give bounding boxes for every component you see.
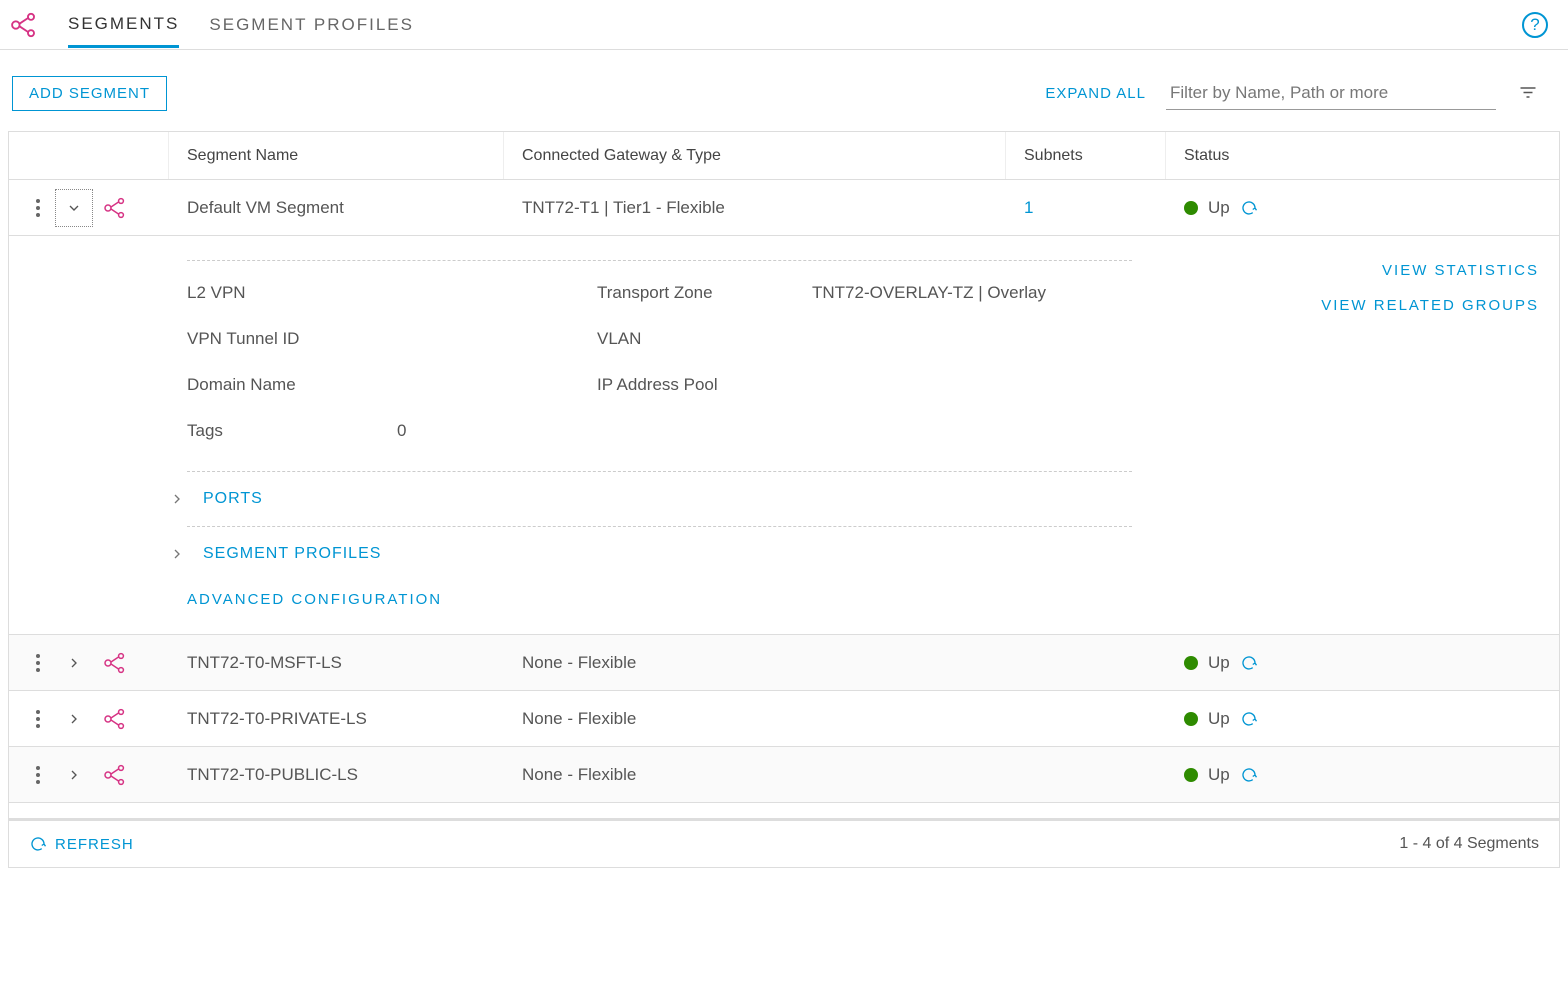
segment-gateway: TNT72-T1 | Tier1 - Flexible (504, 180, 1006, 235)
refresh-button[interactable]: REFRESH (29, 835, 134, 853)
row-menu-icon[interactable] (31, 199, 45, 217)
expand-icon[interactable] (55, 756, 93, 794)
collapse-icon[interactable] (55, 189, 93, 227)
status-text: Up (1208, 653, 1230, 673)
refresh-status-icon[interactable] (1240, 766, 1258, 784)
status-up-icon (1184, 768, 1198, 782)
segment-detail: L2 VPN Transport Zone TNT72-OVERLAY-TZ |… (9, 236, 1559, 635)
status-up-icon (1184, 712, 1198, 726)
filter-input[interactable] (1166, 77, 1496, 110)
segments-logo-icon (10, 11, 38, 39)
segment-icon (103, 707, 127, 731)
table-row: TNT72-T0-PUBLIC-LS None - Flexible Up (9, 747, 1559, 803)
segment-gateway: None - Flexible (504, 635, 1006, 690)
refresh-status-icon[interactable] (1240, 710, 1258, 728)
segment-gateway: None - Flexible (504, 691, 1006, 746)
col-subnets[interactable]: Subnets (1006, 132, 1166, 179)
expand-icon[interactable] (55, 700, 93, 738)
tags-label: Tags (187, 421, 397, 441)
status-text: Up (1208, 709, 1230, 729)
tab-bar: SEGMENTS SEGMENT PROFILES ? (0, 0, 1568, 50)
segment-subnets (1006, 691, 1166, 746)
segment-subnets (1006, 635, 1166, 690)
view-related-groups-link[interactable]: VIEW RELATED GROUPS (1152, 297, 1539, 314)
table-row: Default VM Segment TNT72-T1 | Tier1 - Fl… (9, 180, 1559, 236)
pagination-text: 1 - 4 of 4 Segments (1399, 835, 1539, 853)
ip-pool-label: IP Address Pool (597, 375, 812, 395)
filter-icon[interactable] (1516, 85, 1538, 103)
l2vpn-label: L2 VPN (187, 283, 397, 303)
status-text: Up (1208, 765, 1230, 785)
segment-gateway: None - Flexible (504, 747, 1006, 802)
vlan-label: VLAN (597, 329, 812, 349)
segment-name: TNT72-T0-MSFT-LS (169, 635, 504, 690)
expand-icon[interactable] (55, 644, 93, 682)
domain-name-label: Domain Name (187, 375, 397, 395)
transport-zone-value: TNT72-OVERLAY-TZ | Overlay (812, 283, 1132, 303)
transport-zone-label: Transport Zone (597, 283, 812, 303)
refresh-status-icon[interactable] (1240, 654, 1258, 672)
toolbar: ADD SEGMENT EXPAND ALL (0, 50, 1568, 131)
col-status[interactable]: Status (1166, 132, 1559, 179)
ports-section[interactable]: PORTS (203, 490, 263, 508)
expand-ports-icon[interactable] (169, 491, 189, 507)
segments-table: Segment Name Connected Gateway & Type Su… (8, 131, 1560, 820)
subnets-link[interactable]: 1 (1024, 198, 1033, 218)
row-menu-icon[interactable] (31, 710, 45, 728)
table-row: TNT72-T0-MSFT-LS None - Flexible Up (9, 635, 1559, 691)
expand-segment-profiles-icon[interactable] (169, 546, 189, 562)
row-menu-icon[interactable] (31, 766, 45, 784)
segment-name: Default VM Segment (169, 180, 504, 235)
col-gateway[interactable]: Connected Gateway & Type (504, 132, 1006, 179)
status-up-icon (1184, 201, 1198, 215)
row-menu-icon[interactable] (31, 654, 45, 672)
status-text: Up (1208, 198, 1230, 218)
segment-name: TNT72-T0-PRIVATE-LS (169, 691, 504, 746)
refresh-status-icon[interactable] (1240, 199, 1258, 217)
view-statistics-link[interactable]: VIEW STATISTICS (1152, 262, 1539, 279)
tags-value: 0 (397, 421, 597, 441)
segment-icon (103, 196, 127, 220)
refresh-label: REFRESH (55, 836, 134, 853)
advanced-config-link[interactable]: ADVANCED CONFIGURATION (187, 591, 442, 608)
help-icon[interactable]: ? (1522, 12, 1548, 38)
status-up-icon (1184, 656, 1198, 670)
table-header: Segment Name Connected Gateway & Type Su… (9, 132, 1559, 180)
segment-profiles-section[interactable]: SEGMENT PROFILES (203, 545, 381, 563)
col-segment-name[interactable]: Segment Name (169, 132, 504, 179)
table-row: TNT72-T0-PRIVATE-LS None - Flexible Up (9, 691, 1559, 747)
segment-subnets (1006, 747, 1166, 802)
add-segment-button[interactable]: ADD SEGMENT (12, 76, 167, 111)
table-footer: REFRESH 1 - 4 of 4 Segments (8, 820, 1560, 868)
tab-segment-profiles[interactable]: SEGMENT PROFILES (209, 3, 414, 46)
segment-icon (103, 651, 127, 675)
expand-all-link[interactable]: EXPAND ALL (1045, 85, 1146, 102)
tab-segments[interactable]: SEGMENTS (68, 2, 179, 48)
segment-name: TNT72-T0-PUBLIC-LS (169, 747, 504, 802)
vpn-tunnel-label: VPN Tunnel ID (187, 329, 397, 349)
segment-icon (103, 763, 127, 787)
